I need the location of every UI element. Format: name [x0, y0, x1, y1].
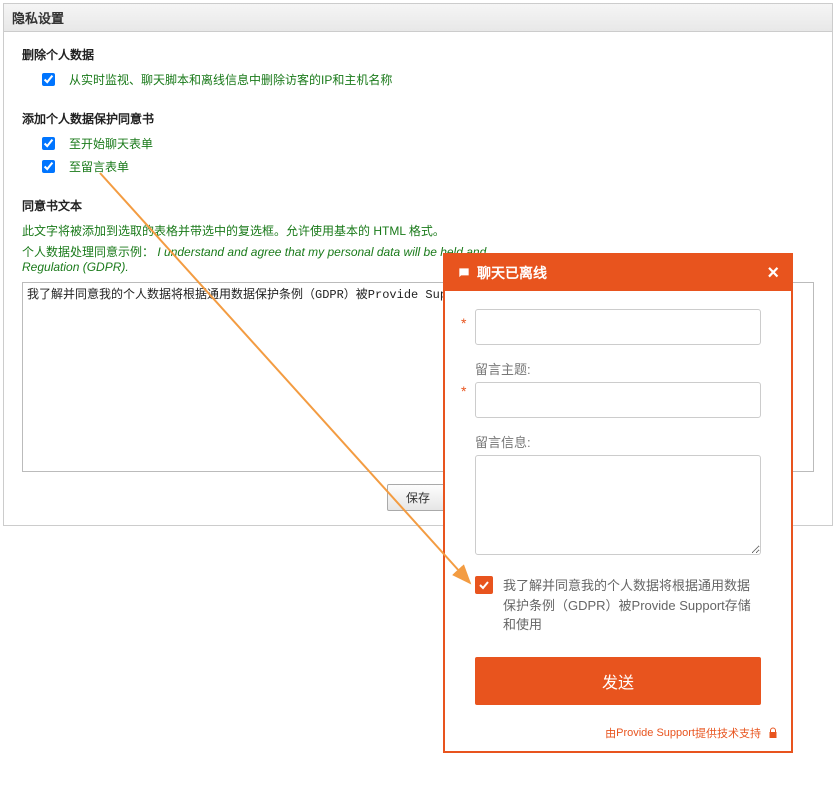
delete-ip-row: 从实时监视、聊天脚本和离线信息中删除访客的IP和主机名称 [42, 71, 814, 88]
consent-message-row: 至留言表单 [42, 158, 814, 175]
consent-text: 我了解并同意我的个人数据将根据通用数据保护条例（GDPR）被Provide Su… [503, 576, 761, 635]
chat-widget: 聊天已离线 × * 留言主题: * 留言信息: 我了解并同意我的个人数据将根据通… [443, 253, 793, 753]
subject-field-row: 留言主题: * [475, 359, 761, 418]
consent-text-desc: 此文字将被添加到选取的表格并带选中的复选框。允许使用基本的 HTML 格式。 [22, 222, 814, 239]
lock-icon [767, 727, 779, 739]
footer-brand[interactable]: Provide Support [616, 727, 695, 739]
chat-footer: 由 Provide Support 提供技术支持 [445, 715, 791, 751]
consent-message-checkbox[interactable] [42, 160, 55, 173]
consent-row: 我了解并同意我的个人数据将根据通用数据保护条例（GDPR）被Provide Su… [475, 576, 761, 635]
consent-chat-row: 至开始聊天表单 [42, 135, 814, 152]
subject-label: 留言主题: [475, 359, 761, 378]
example-prefix: 个人数据处理同意示例： [22, 245, 154, 259]
message-label: 留言信息: [475, 432, 761, 451]
message-textarea[interactable] [475, 455, 761, 555]
consent-chat-checkbox[interactable] [42, 137, 55, 150]
delete-ip-label: 从实时监视、聊天脚本和离线信息中删除访客的IP和主机名称 [69, 71, 392, 88]
name-field-row: * [475, 309, 761, 345]
close-icon[interactable]: × [767, 266, 779, 280]
footer-prefix: 由 [605, 725, 616, 741]
section-consent-title: 添加个人数据保护同意书 [22, 110, 814, 127]
section-text-title: 同意书文本 [22, 197, 814, 214]
subject-input[interactable] [475, 382, 761, 418]
example-suffix: Regulation (GDPR). [22, 260, 129, 274]
chat-title: 聊天已离线 [477, 263, 547, 283]
chat-header: 聊天已离线 × [445, 255, 791, 291]
consent-message-label: 至留言表单 [69, 158, 129, 175]
consent-chat-label: 至开始聊天表单 [69, 135, 153, 152]
required-star-icon: * [461, 315, 466, 331]
section-delete-title: 删除个人数据 [22, 46, 814, 63]
panel-title: 隐私设置 [4, 4, 832, 32]
footer-suffix: 提供技术支持 [695, 725, 761, 741]
chat-body: * 留言主题: * 留言信息: 我了解并同意我的个人数据将根据通用数据保护条例（… [445, 291, 791, 715]
example-italic: I understand and agree that my personal … [157, 245, 486, 259]
chat-header-left: 聊天已离线 [457, 263, 547, 283]
message-field-row: 留言信息: [475, 432, 761, 558]
consent-checkbox[interactable] [475, 576, 493, 594]
chat-bubble-icon [457, 266, 471, 280]
required-star-icon: * [461, 383, 466, 399]
delete-ip-checkbox[interactable] [42, 73, 55, 86]
send-button[interactable]: 发送 [475, 657, 761, 705]
name-input[interactable] [475, 309, 761, 345]
save-button[interactable]: 保存 [387, 484, 449, 511]
